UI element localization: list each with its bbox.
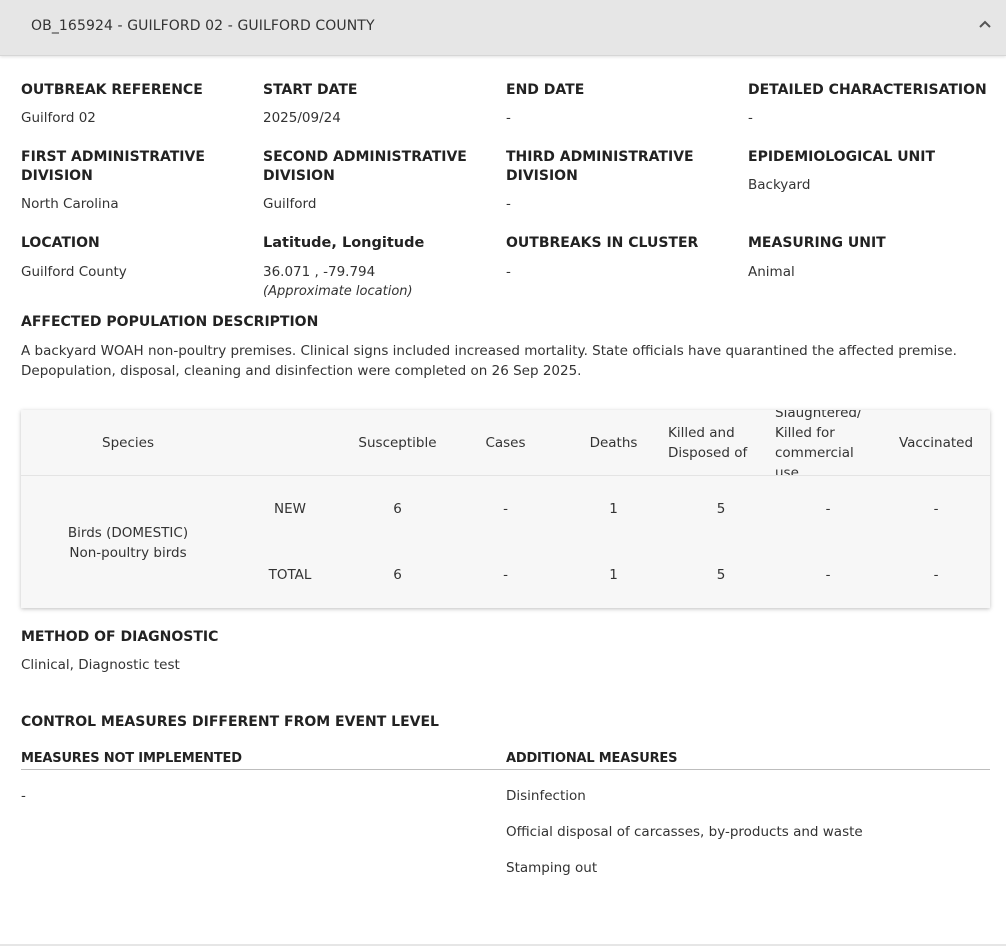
th-killed-disposed: Killed and Disposed of bbox=[668, 423, 773, 463]
th-slaughtered-line4: use bbox=[775, 465, 799, 475]
first-admin-division-label-line2: DIVISION bbox=[21, 168, 93, 184]
approximate-location-note: (Approximate location) bbox=[263, 284, 413, 299]
quantitative-data-table: Species Susceptible Cases Deaths Killed … bbox=[21, 410, 990, 608]
affected-population-line1: A backyard WOAH non-poultry premises. Cl… bbox=[21, 343, 957, 359]
epidemiological-unit-label: EPIDEMIOLOGICAL UNIT bbox=[748, 149, 936, 165]
outbreaks-in-cluster-value: - bbox=[506, 264, 511, 280]
new-susceptible: 6 bbox=[393, 501, 402, 517]
additional-measures-header: ADDITIONAL MEASURES bbox=[506, 751, 678, 766]
total-vaccinated: - bbox=[933, 567, 939, 583]
detailed-characterisation-value: - bbox=[748, 110, 753, 126]
th-slaughtered-line1: Slaughtered/ bbox=[775, 410, 862, 421]
not-implemented-item: - bbox=[21, 788, 26, 804]
third-admin-division-label-line2: DIVISION bbox=[506, 168, 578, 184]
lat-long-label: Latitude, Longitude bbox=[263, 235, 425, 251]
additional-measure-item: Disinfection bbox=[506, 788, 586, 804]
second-admin-division-label-line1: SECOND ADMINISTRATIVE bbox=[263, 149, 467, 165]
location-label: LOCATION bbox=[21, 235, 100, 251]
second-admin-division-label: SECOND ADMINISTRATIVE DIVISION bbox=[263, 148, 467, 186]
table-header: Species Susceptible Cases Deaths Killed … bbox=[21, 410, 990, 476]
second-admin-division-value: Guilford bbox=[263, 196, 317, 212]
total-deaths: 1 bbox=[609, 567, 618, 583]
th-slaughtered-line2: Killed for bbox=[775, 425, 835, 441]
th-susceptible: Susceptible bbox=[358, 435, 437, 451]
outbreaks-in-cluster-label: OUTBREAKS IN CLUSTER bbox=[506, 235, 699, 251]
new-vaccinated: - bbox=[933, 501, 939, 517]
total-slaughtered: - bbox=[825, 567, 831, 583]
outbreak-header[interactable]: OB_165924 - GUILFORD 02 - GUILFORD COUNT… bbox=[0, 0, 1006, 56]
measuring-unit-label: MEASURING UNIT bbox=[748, 235, 886, 251]
new-killed: 5 bbox=[716, 501, 726, 517]
th-vaccinated: Vaccinated bbox=[898, 435, 974, 451]
method-of-diagnostic-label: METHOD OF DIAGNOSTIC bbox=[21, 629, 219, 645]
detailed-characterisation-label: DETAILED CHARACTERISATION bbox=[748, 82, 987, 98]
th-species: Species bbox=[102, 435, 154, 451]
start-date-value: 2025/09/24 bbox=[263, 110, 341, 126]
location-value: Guilford County bbox=[21, 264, 127, 280]
th-killed-line2: Disposed of bbox=[668, 445, 748, 461]
species-subtype: Non-poultry birds bbox=[69, 545, 187, 561]
affected-population-label: AFFECTED POPULATION DESCRIPTION bbox=[21, 314, 319, 330]
end-date-label: END DATE bbox=[506, 82, 585, 98]
third-admin-division-value: - bbox=[506, 196, 511, 212]
new-cases: - bbox=[503, 501, 508, 517]
method-of-diagnostic-value: Clinical, Diagnostic test bbox=[21, 657, 180, 673]
start-date-label: START DATE bbox=[263, 82, 358, 98]
th-deaths: Deaths bbox=[589, 435, 638, 451]
third-admin-division-label: THIRD ADMINISTRATIVE DIVISION bbox=[506, 148, 694, 186]
total-killed: 5 bbox=[716, 567, 726, 583]
new-deaths: 1 bbox=[609, 501, 618, 517]
new-slaughtered: - bbox=[825, 501, 831, 517]
second-admin-division-label-line2: DIVISION bbox=[263, 168, 335, 184]
table-header-divider bbox=[21, 475, 990, 476]
row-label-total: TOTAL bbox=[268, 567, 312, 583]
affected-population-line2: Depopulation, disposal, cleaning and dis… bbox=[21, 363, 582, 379]
outbreak-title: OB_165924 - GUILFORD 02 - GUILFORD COUNT… bbox=[31, 18, 375, 34]
first-admin-division-label: FIRST ADMINISTRATIVE DIVISION bbox=[21, 148, 205, 186]
th-killed-line1: Killed and bbox=[668, 425, 735, 441]
th-slaughtered: Slaughtered/ Killed for commercial use bbox=[775, 410, 885, 475]
species-cell: Birds (DOMESTIC) Non-poultry birds bbox=[56, 523, 200, 563]
measuring-unit-value: Animal bbox=[748, 264, 795, 280]
first-admin-division-value: North Carolina bbox=[21, 196, 119, 212]
first-admin-division-label-line1: FIRST ADMINISTRATIVE bbox=[21, 149, 205, 165]
total-cases: - bbox=[503, 567, 508, 583]
row-label-new: NEW bbox=[274, 501, 306, 517]
measures-divider bbox=[21, 769, 990, 770]
end-date-value: - bbox=[506, 110, 511, 126]
affected-population-description: A backyard WOAH non-poultry premises. Cl… bbox=[21, 341, 996, 381]
total-susceptible: 6 bbox=[393, 567, 402, 583]
outbreak-reference-label: OUTBREAK REFERENCE bbox=[21, 82, 203, 98]
measures-not-implemented-header: MEASURES NOT IMPLEMENTED bbox=[21, 751, 242, 766]
th-cases: Cases bbox=[485, 435, 526, 451]
th-slaughtered-line3: commercial bbox=[775, 445, 854, 461]
species-name: Birds (DOMESTIC) bbox=[67, 525, 189, 541]
additional-measure-item: Official disposal of carcasses, by-produ… bbox=[506, 824, 863, 840]
outbreak-reference-value: Guilford 02 bbox=[21, 110, 96, 126]
additional-measure-item: Stamping out bbox=[506, 860, 598, 876]
epidemiological-unit-value: Backyard bbox=[748, 177, 811, 193]
control-measures-title: CONTROL MEASURES DIFFERENT FROM EVENT LE… bbox=[21, 714, 439, 730]
chevron-up-icon[interactable] bbox=[978, 16, 992, 30]
lat-long-value: 36.071 , -79.794 bbox=[263, 264, 376, 280]
third-admin-division-label-line1: THIRD ADMINISTRATIVE bbox=[506, 149, 694, 165]
